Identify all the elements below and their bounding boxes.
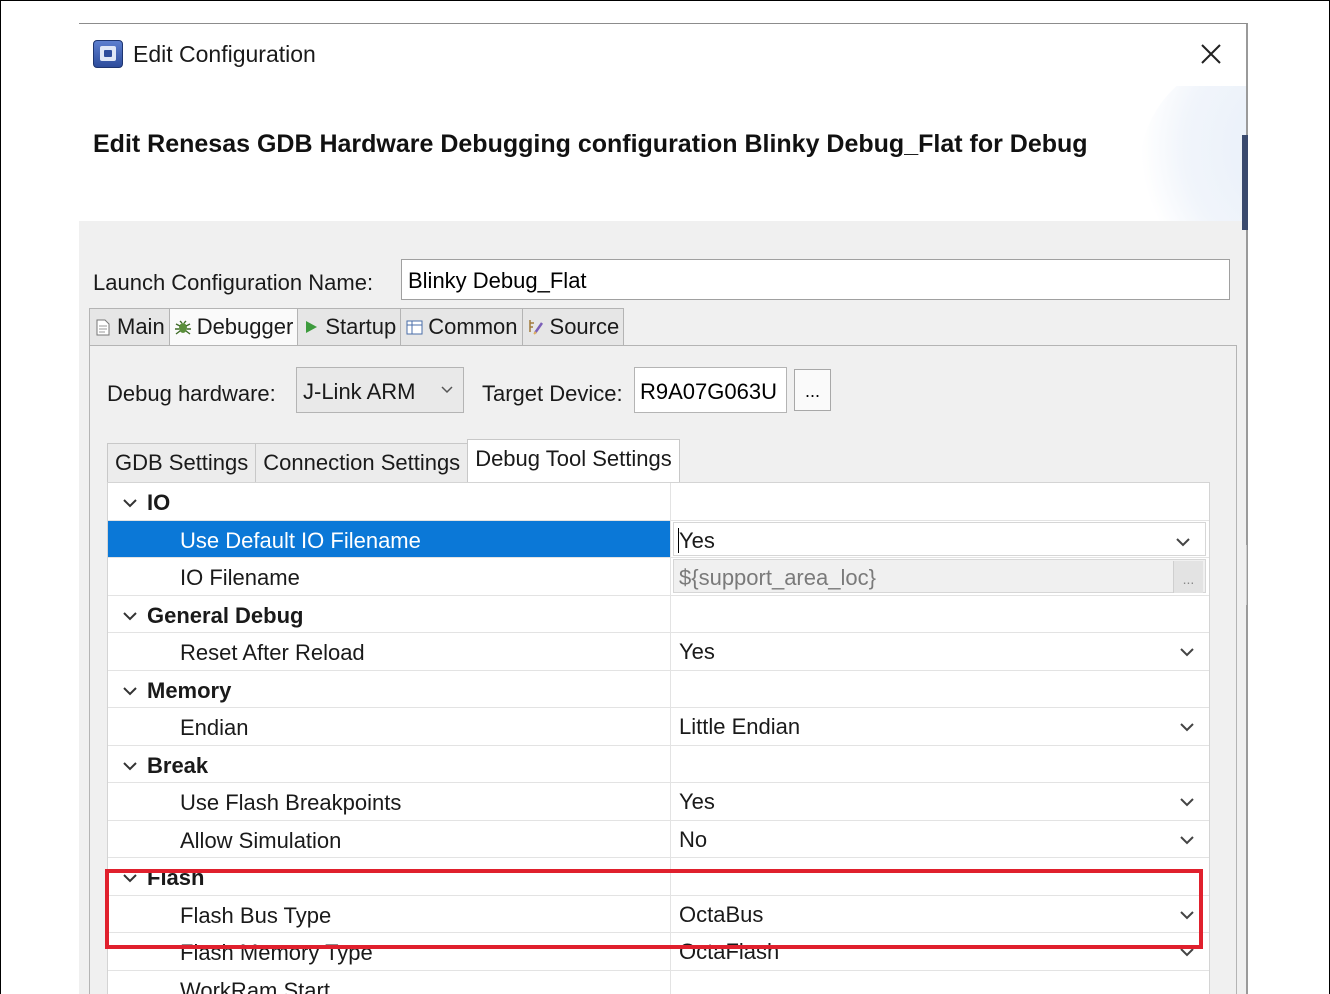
tab-source[interactable]: Source — [521, 308, 625, 346]
content-area: Launch Configuration Name: Blinky Debug_… — [79, 221, 1246, 994]
category-label: Memory — [147, 677, 232, 703]
property-value: Yes — [679, 527, 715, 553]
property-value: OctaBus — [679, 901, 764, 927]
property-value: Yes — [679, 639, 715, 664]
category-label: Flash — [147, 865, 205, 890]
tab-connection-settings[interactable]: Connection Settings — [255, 443, 468, 483]
chevron-down-icon[interactable] — [122, 608, 138, 624]
debug-tool-settings-table: IO Use Default IO Filename Yes IO Filena… — [107, 482, 1210, 994]
property-value: OctaFlash — [679, 939, 780, 964]
tab-main[interactable]: Main — [89, 308, 169, 346]
source-icon — [527, 318, 545, 336]
tab-main-label: Main — [117, 314, 165, 339]
chevron-down-icon[interactable] — [1179, 645, 1195, 659]
property-name: Use Flash Breakpoints — [180, 790, 402, 815]
close-button[interactable] — [1189, 34, 1233, 74]
property-value-field: ${support_area_loc} ... — [673, 559, 1206, 593]
window-edge-divider — [1246, 545, 1256, 605]
debug-hardware-value: J-Link ARM — [303, 379, 416, 404]
property-row-workram-start[interactable]: WorkRam Start — [108, 970, 1209, 994]
main-tab-bar: Main Debugger Startup Common Source — [89, 308, 625, 346]
play-icon — [302, 318, 320, 336]
chevron-down-icon[interactable] — [122, 870, 138, 886]
target-device-label: Target Device: — [482, 381, 623, 406]
launch-config-name-input[interactable]: Blinky Debug_Flat — [401, 259, 1230, 300]
window-edge-accent — [1242, 135, 1248, 230]
window-title: Edit Configuration — [133, 41, 316, 67]
property-name: Reset After Reload — [180, 640, 365, 665]
tab-debugger[interactable]: Debugger — [168, 308, 298, 346]
title-bar: Edit Configuration — [79, 24, 1246, 86]
debugger-tab-panel: Debug hardware: J-Link ARM Target Device… — [89, 345, 1237, 994]
tab-debug-tool-settings[interactable]: Debug Tool Settings — [467, 439, 680, 483]
chevron-down-icon[interactable] — [1179, 795, 1195, 809]
property-name: Endian — [180, 715, 249, 740]
chevron-down-icon[interactable] — [1179, 720, 1195, 734]
chevron-down-icon[interactable] — [1179, 833, 1195, 847]
property-value: No — [679, 826, 708, 852]
property-row-flash-bus-type[interactable]: Flash Bus Type OctaBus — [108, 895, 1209, 933]
dialog-heading: Edit Renesas GDB Hardware Debugging conf… — [93, 130, 1088, 158]
category-label: General Debug — [147, 602, 304, 628]
debug-hardware-label: Debug hardware: — [107, 381, 276, 406]
category-label: Break — [147, 752, 209, 778]
property-value-dropdown[interactable]: Yes — [673, 521, 1206, 556]
category-row-flash[interactable]: Flash — [108, 858, 1209, 896]
property-row-reset-after-reload[interactable]: Reset After Reload Yes — [108, 633, 1209, 671]
chevron-down-icon[interactable] — [1179, 908, 1195, 922]
category-row-memory[interactable]: Memory — [108, 670, 1209, 708]
property-name: WorkRam Start — [180, 977, 330, 994]
launch-config-name-label: Launch Configuration Name: — [93, 270, 374, 295]
property-name: Allow Simulation — [180, 827, 342, 853]
table-icon — [405, 318, 423, 336]
chevron-down-icon[interactable] — [1179, 945, 1195, 959]
property-row-endian[interactable]: Endian Little Endian — [108, 708, 1209, 746]
property-row-io-filename[interactable]: IO Filename ${support_area_loc} ... — [108, 558, 1209, 596]
category-row-general-debug[interactable]: General Debug — [108, 595, 1209, 633]
category-row-break[interactable]: Break — [108, 745, 1209, 783]
io-filename-browse-button[interactable]: ... — [1173, 561, 1203, 593]
edit-configuration-dialog: Edit Configuration Edit Renesas GDB Hard… — [79, 23, 1248, 994]
property-row-use-default-io-filename[interactable]: Use Default IO Filename Yes — [108, 520, 1209, 558]
dialog-header: Edit Renesas GDB Hardware Debugging conf… — [79, 86, 1246, 221]
debugger-sub-tab-bar: GDB Settings Connection Settings Debug T… — [107, 439, 680, 483]
tab-common-label: Common — [428, 314, 518, 339]
tab-startup-label: Startup — [325, 314, 397, 339]
tab-gdb-settings[interactable]: GDB Settings — [107, 443, 256, 483]
document-icon — [94, 318, 112, 336]
chevron-down-icon[interactable] — [1175, 535, 1191, 549]
property-row-use-flash-breakpoints[interactable]: Use Flash Breakpoints Yes — [108, 783, 1209, 821]
tab-source-label: Source — [549, 314, 620, 339]
property-value: Yes — [679, 789, 715, 814]
property-value: ${support_area_loc} — [679, 565, 876, 590]
property-name: IO Filename — [180, 565, 300, 590]
header-banner-graphic — [1139, 86, 1246, 221]
property-row-allow-simulation[interactable]: Allow Simulation No — [108, 820, 1209, 858]
tab-common[interactable]: Common — [400, 308, 522, 346]
target-device-browse-button[interactable]: ... — [794, 369, 831, 411]
debug-hardware-select[interactable]: J-Link ARM — [296, 367, 464, 413]
chevron-down-icon[interactable] — [122, 495, 138, 511]
tab-startup[interactable]: Startup — [297, 308, 401, 346]
property-name: Flash Bus Type — [180, 902, 332, 928]
category-row-io[interactable]: IO — [108, 483, 1209, 521]
property-value: Little Endian — [679, 714, 801, 739]
app-icon — [93, 40, 123, 70]
target-device-input[interactable]: R9A07G063U — [634, 367, 787, 413]
close-icon — [1201, 44, 1221, 64]
bug-icon — [174, 318, 192, 336]
property-name: Use Default IO Filename — [180, 527, 421, 553]
chevron-down-icon[interactable] — [122, 758, 138, 774]
chevron-down-icon — [441, 386, 453, 394]
category-label: IO — [147, 490, 171, 515]
property-row-flash-memory-type[interactable]: Flash Memory Type OctaFlash — [108, 933, 1209, 971]
property-name: Flash Memory Type — [180, 940, 373, 965]
chevron-down-icon[interactable] — [122, 683, 138, 699]
tab-debugger-label: Debugger — [196, 314, 294, 339]
